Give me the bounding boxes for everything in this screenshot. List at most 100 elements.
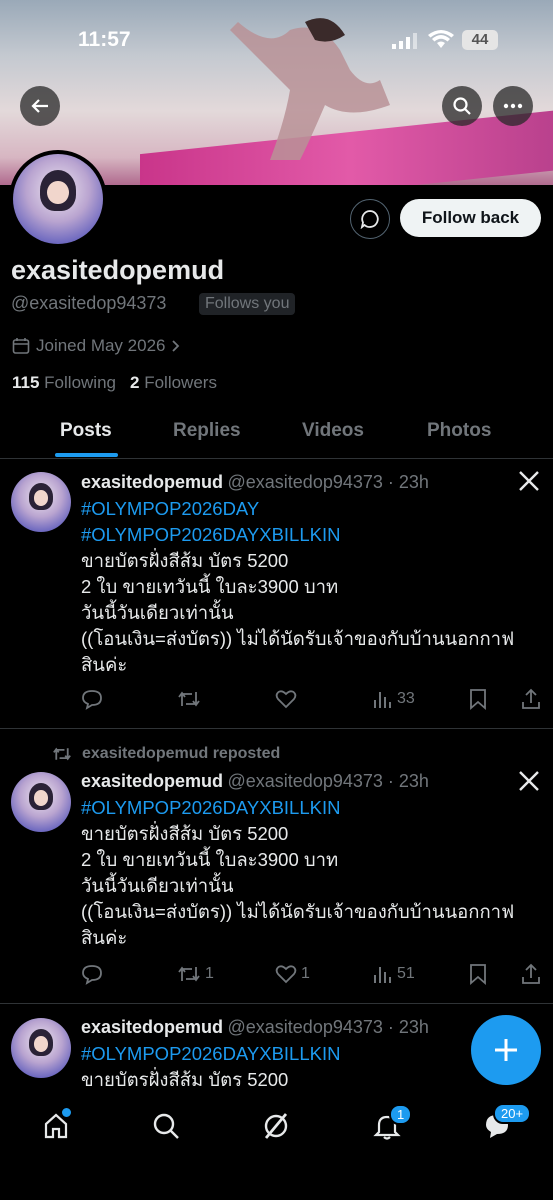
home-notification-dot [60,1106,73,1119]
more-icon [503,103,523,109]
display-name: exasitedopemud [11,255,225,285]
message-icon [360,210,379,229]
repost-button[interactable]: 1 [177,963,214,985]
post-divider [0,728,553,729]
tab-posts[interactable]: Posts [60,420,112,442]
post-author-handle: @exasitedop94373 · 23h [227,1017,429,1037]
search-button[interactable] [442,86,482,126]
views-button[interactable]: 33 [373,688,415,710]
nav-search[interactable] [152,1112,180,1145]
post-author-name[interactable]: exasitedopemud [81,1017,223,1037]
reply-icon [82,690,102,710]
repost-count: 1 [205,965,214,982]
hashtag-link[interactable]: #OLYMPOP2026DAY [81,496,546,522]
reply-icon [82,965,102,985]
tab-photos[interactable]: Photos [427,420,491,442]
repost-icon [178,966,200,982]
post-body: #OLYMPOP2026DAY #OLYMPOP2026DAYXBILLKIN … [81,496,546,678]
nav-home[interactable] [42,1106,73,1145]
post-author-name[interactable]: exasitedopemud [81,771,223,791]
post-divider [0,1003,553,1004]
bottom-navigation: 1 20+ [0,1095,553,1200]
cellular-icon [392,33,418,54]
back-button[interactable] [20,86,60,126]
repost-button[interactable] [177,688,205,710]
following-link[interactable]: 115 Following [12,373,116,393]
like-button[interactable]: 1 [275,963,310,985]
tab-replies[interactable]: Replies [173,420,241,442]
nav-messages[interactable]: 20+ [483,1103,532,1145]
profile-avatar[interactable] [9,150,107,248]
chevron-right-icon [172,340,180,352]
post-text-line: วันนี้วันเดียวเท่านั้น [81,602,234,623]
followers-count: 2 [130,373,140,392]
post-text-line: ขายบัตรฝั่งสีส้ม บัตร 5200 [81,823,289,844]
repost-label[interactable]: exasitedopemud reposted [82,745,280,763]
post-author-handle: @exasitedop94373 · 23h [227,771,429,791]
reply-button[interactable] [81,963,103,985]
share-icon [522,688,540,709]
post-text-line: สินค่ะ [81,654,128,675]
post-text-line: 2 ใบ ขายเทวันนี้ ใบละ3900 บาท [81,576,339,597]
repost-indicator: exasitedopemud reposted [52,745,280,763]
grok-icon [264,1113,288,1139]
follow-back-button[interactable]: Follow back [400,199,541,237]
banner-figure [230,18,390,160]
x-logo-icon [518,770,540,797]
following-label: Following [44,373,116,392]
heart-icon [275,690,297,709]
nav-notifications[interactable]: 1 [373,1104,413,1145]
tabs-divider [0,458,553,459]
view-count: 51 [397,965,415,982]
followers-label: Followers [144,373,217,392]
repost-icon [178,691,200,707]
post-avatar[interactable] [11,772,71,832]
like-count: 1 [301,965,310,982]
post-author-name[interactable]: exasitedopemud [81,472,223,492]
post-text-line: 2 ใบ ขายเทวันนี้ ใบละ3900 บาท [81,849,339,870]
analytics-icon [374,967,391,983]
hashtag-link[interactable]: #OLYMPOP2026DAYXBILLKIN [81,522,546,548]
post-text-line: สินค่ะ [81,927,128,948]
hashtag-link[interactable]: #OLYMPOP2026DAYXBILLKIN [81,795,546,821]
share-icon [522,963,540,984]
battery-icon: 44 [462,30,498,50]
compose-button[interactable] [471,1015,541,1085]
post-header: exasitedopemud @exasitedop94373 · 23h [81,1017,429,1038]
post-avatar[interactable] [11,1018,71,1078]
profile-handle: @exasitedop94373 [11,293,167,313]
like-button[interactable] [275,688,301,710]
view-count: 33 [397,690,415,707]
message-button[interactable] [350,199,390,239]
messages-badge: 20+ [493,1103,532,1124]
post-text-line: ขายบัตรฝั่งสีส้ม บัตร 5200 [81,550,289,571]
wifi-icon [428,30,454,55]
bookmark-button[interactable] [469,963,487,985]
search-icon [153,1113,179,1139]
post-avatar[interactable] [11,472,71,532]
post-author-handle: @exasitedop94373 · 23h [227,472,429,492]
tab-videos[interactable]: Videos [302,420,364,442]
plus-icon [495,1039,517,1061]
post-header: exasitedopemud @exasitedop94373 · 23h [81,771,429,792]
nav-grok[interactable] [262,1112,290,1145]
search-icon [453,97,471,115]
calendar-icon [12,338,30,354]
post-text-line: ((โอนเงิน=ส่งบัตร)) ไม่ได้นัดรับเจ้าของก… [81,901,515,922]
share-button[interactable] [520,688,542,710]
post-text-line: ((โอนเงิน=ส่งบัตร)) ไม่ได้นัดรับเจ้าของก… [81,628,515,649]
analytics-icon [374,692,391,708]
post-text-line: วันนี้วันเดียวเท่านั้น [81,875,234,896]
views-button[interactable]: 51 [373,963,415,985]
notifications-badge: 1 [389,1104,413,1125]
followers-link[interactable]: 2 Followers [130,373,217,393]
heart-icon [275,965,297,984]
reply-button[interactable] [81,688,103,710]
joined-date: Joined May 2026 [36,336,166,355]
bookmark-button[interactable] [469,688,487,710]
more-button[interactable] [493,86,533,126]
arrow-left-icon [31,99,48,113]
share-button[interactable] [520,963,542,985]
post-body: #OLYMPOP2026DAYXBILLKIN ขายบัตรฝั่งสีส้ม… [81,795,546,951]
joined-row[interactable]: Joined May 2026 [12,336,181,356]
